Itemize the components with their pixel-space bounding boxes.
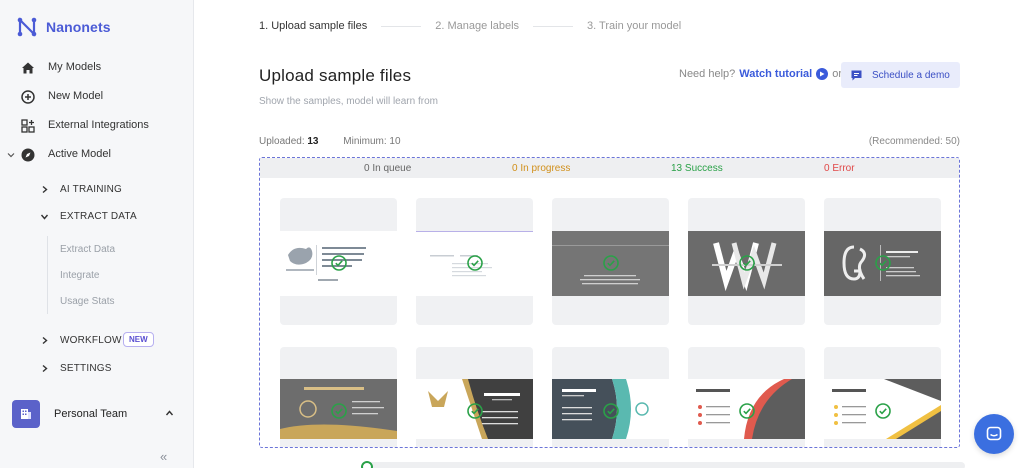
sidebar-section-extract-data[interactable]: EXTRACT DATA	[40, 207, 180, 229]
chevron-down-icon	[40, 214, 49, 220]
sample-file-card[interactable]	[416, 198, 533, 325]
page-subtitle: Show the samples, model will learn from	[259, 96, 438, 107]
sidebar-section-settings[interactable]: SETTINGS	[40, 359, 180, 381]
schedule-demo-button[interactable]: Schedule a demo	[841, 62, 960, 88]
step-divider	[533, 25, 574, 27]
nanonets-logo-icon	[17, 17, 37, 37]
watch-tutorial-link[interactable]: Watch tutorial	[739, 68, 812, 80]
help-section: Need help? Watch tutorial or	[679, 68, 842, 80]
success-check-icon	[330, 403, 347, 419]
plus-circle-icon	[21, 90, 35, 104]
sample-file-card[interactable]	[416, 347, 533, 447]
file-dropzone[interactable]: 0 In queue 0 In progress 13 Success 0 Er…	[259, 157, 960, 448]
step-divider	[381, 25, 422, 27]
bottom-status-dot	[361, 461, 373, 468]
success-check-icon	[466, 255, 483, 271]
sidebar-item-label: New Model	[48, 90, 104, 102]
sample-file-card[interactable]	[280, 198, 397, 325]
chevron-right-icon	[42, 185, 48, 194]
status-in-queue: 0 In queue	[364, 163, 412, 174]
success-check-icon	[602, 403, 619, 419]
success-check-icon	[602, 255, 619, 271]
tree-line	[47, 236, 48, 314]
sidebar-section-workflow[interactable]: WORKFLOW NEW	[40, 331, 180, 353]
sample-file-card[interactable]	[824, 198, 941, 325]
success-check-icon	[330, 255, 347, 271]
brand-name: Nanonets	[46, 19, 111, 35]
schedule-demo-label: Schedule a demo	[872, 69, 950, 81]
sample-file-card[interactable]	[688, 347, 805, 447]
sample-file-card[interactable]	[688, 198, 805, 325]
sidebar-item-external-integrations[interactable]: External Integrations	[0, 113, 194, 139]
minimum-value: 10	[389, 136, 401, 147]
sample-file-card[interactable]	[280, 347, 397, 447]
chevron-right-icon	[42, 364, 48, 373]
chat-bubble-icon	[851, 70, 862, 80]
sidebar-section-ai-training[interactable]: AI TRAINING	[40, 180, 180, 202]
grid-plus-icon	[21, 119, 35, 133]
sidebar-section-label: WORKFLOW	[60, 335, 122, 346]
chat-icon	[986, 426, 1002, 441]
status-in-progress: 0 In progress	[512, 163, 571, 174]
page-title: Upload sample files	[259, 66, 412, 85]
step-train[interactable]: 3. Train your model	[587, 20, 681, 32]
sidebar-section-label: EXTRACT DATA	[60, 211, 137, 222]
sample-file-card[interactable]	[552, 198, 669, 325]
sidebar-item-integrate[interactable]: Integrate	[60, 270, 99, 281]
new-badge: NEW	[123, 332, 154, 347]
sidebar-item-label: Active Model	[48, 148, 111, 160]
uploaded-value: 13	[307, 136, 319, 147]
success-check-icon	[738, 255, 755, 271]
status-error: 0 Error	[824, 163, 855, 174]
sample-file-card[interactable]	[824, 347, 941, 447]
step-upload[interactable]: 1. Upload sample files	[259, 20, 367, 32]
sidebar-item-label: My Models	[48, 61, 102, 73]
compass-icon	[21, 148, 35, 162]
minimum-label: Minimum:	[343, 136, 387, 147]
brand[interactable]: Nanonets	[16, 16, 111, 38]
uploaded-label: Uploaded:	[259, 136, 305, 147]
success-check-icon	[874, 255, 891, 271]
home-icon	[22, 62, 34, 74]
status-bar: 0 In queue 0 In progress 13 Success 0 Er…	[260, 158, 959, 178]
chevron-down-icon	[7, 153, 15, 158]
recommended-count: (Recommended: 50)	[868, 136, 960, 147]
chevron-up-icon	[165, 410, 174, 416]
sample-file-card[interactable]	[552, 347, 669, 447]
sidebar-section-label: SETTINGS	[60, 363, 112, 374]
sidebar-item-my-models[interactable]: My Models	[0, 55, 194, 81]
help-prefix: Need help?	[679, 68, 736, 80]
success-check-icon	[738, 403, 755, 419]
chevron-right-icon	[42, 336, 48, 345]
collapse-sidebar-button[interactable]: «	[160, 449, 167, 464]
sidebar-section-label: AI TRAINING	[60, 184, 123, 195]
success-check-icon	[874, 403, 891, 419]
sidebar: Nanonets My Models New Model External In…	[0, 0, 194, 468]
team-name: Personal Team	[54, 408, 128, 420]
sidebar-item-usage-stats[interactable]: Usage Stats	[60, 296, 114, 307]
step-manage-labels[interactable]: 2. Manage labels	[435, 20, 519, 32]
status-success: 13 Success	[671, 163, 723, 174]
team-switcher[interactable]: Personal Team	[12, 396, 184, 432]
sidebar-item-active-model[interactable]: Active Model	[0, 142, 194, 168]
bottom-progress-bar	[365, 462, 965, 468]
sidebar-item-label: External Integrations	[48, 119, 149, 131]
upload-counts: Uploaded: 13 Minimum: 10	[259, 136, 401, 147]
sidebar-item-new-model[interactable]: New Model	[0, 84, 194, 110]
play-icon[interactable]	[816, 68, 829, 80]
success-check-icon	[466, 403, 483, 419]
stepper: 1. Upload sample files 2. Manage labels …	[259, 20, 681, 32]
chat-launcher-button[interactable]	[974, 414, 1014, 454]
sidebar-item-extract-data[interactable]: Extract Data	[60, 244, 115, 255]
building-icon	[12, 400, 40, 428]
